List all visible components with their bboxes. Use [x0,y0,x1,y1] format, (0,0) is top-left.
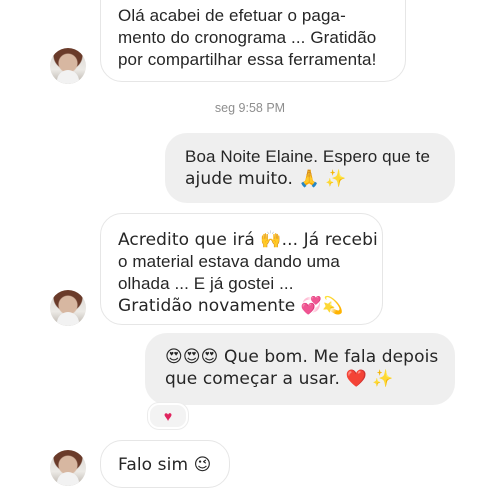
message-text-line: mento do cronograma ... Gratidão [118,28,377,47]
message-text-line: Acredito que irá 🙌... Já recebi [118,230,378,250]
message-bubble-incoming[interactable]: Falo sim 😉 [100,440,230,488]
heart-reaction-icon[interactable]: ♥ [148,403,188,429]
message-text-line: Gratidão novamente 💞💫 [118,296,344,316]
message-bubble-outgoing[interactable]: Boa Noite Elaine. Espero que te ajude mu… [165,133,455,203]
message-text-line: que começar a usar. ❤️ ✨ [165,369,394,389]
message-bubble-incoming[interactable]: Olá acabei de efetuar o paga- mento do c… [100,0,406,82]
message-text-line: ajude muito. 🙏 ✨ [185,169,347,189]
message-timestamp: seg 9:58 PM [214,101,286,115]
avatar[interactable] [50,450,86,486]
avatar[interactable] [50,48,86,84]
message-bubble-incoming[interactable]: Acredito que irá 🙌... Já recebi o materi… [100,213,383,325]
message-text-line: por compartilhar essa ferramenta! [118,50,377,69]
message-text-line: Boa Noite Elaine. Espero que te [185,147,431,166]
message-text-line: Olá acabei de efetuar o paga- [118,6,346,25]
message-bubble-outgoing[interactable]: 😍😍😍 Que bom. Me fala depois que começar … [145,333,455,405]
chat-thread: Olá acabei de efetuar o paga- mento do c… [0,0,500,500]
message-text-line: Falo sim 😉 [118,455,212,475]
message-text-line: olhada ... E já gostei ... [118,274,294,293]
avatar[interactable] [50,290,86,326]
message-text-line: 😍😍😍 Que bom. Me fala depois [165,347,439,367]
message-text-line: o material estava dando uma [118,252,340,271]
